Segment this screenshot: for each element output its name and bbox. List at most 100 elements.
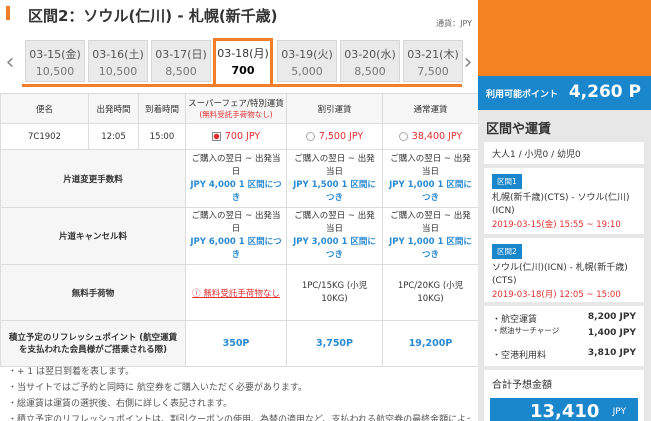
total-value: 13,410 (530, 401, 600, 421)
fee-amount: JPY 1,500 1 区間につき (293, 179, 376, 203)
points-value: 4,260 P (568, 82, 641, 102)
header-super-label: スーパーフェア/特別運賃 (188, 99, 284, 109)
sidebar-title: 区間や運賃 (486, 122, 552, 137)
date-strip-underline (22, 84, 462, 87)
normal-fare-price: 38,400 JPY (411, 131, 463, 142)
header-normal-fare: 通常運賃 (382, 93, 478, 124)
date-tab[interactable]: 03-21(木) 7,500 (403, 40, 463, 82)
segment-icon (6, 6, 10, 20)
table-row-cancel-fee: 片道キャンセル料 ご購入の翌日 ~ 出発当日 JPY 6,000 1 区間につき … (0, 207, 478, 265)
cancel-fee-super: ご購入の翌日 ~ 出発当日 JPY 6,000 1 区間につき (185, 207, 287, 265)
date-label: 03-21(木) (407, 48, 459, 61)
fee-condition: ご購入の翌日 ~ 出発当日 (294, 211, 375, 234)
fee-amount: JPY 6,000 1 区間につき (190, 237, 282, 260)
fee-label: ・燃油サーチャージ (492, 326, 560, 335)
points-normal: 19,200P (382, 320, 478, 367)
super-fare-option[interactable]: 700 JPY (185, 123, 287, 150)
baggage-normal: 1PC/20KG (小児 10KG) (382, 264, 478, 321)
note-item: ・当サイトではご予約と同時に 航空券をご購入いただく必要があります。 (8, 383, 307, 393)
date-tab[interactable]: 03-17(日) 8,500 (151, 40, 211, 82)
segment-tag: 区間1 (492, 174, 522, 189)
segment-datetime: 2019-03-18(月) 12:05 ~ 15:00 (492, 290, 621, 300)
fee-breakdown: ・航空運賃 8,200 JPY ・燃油サーチャージ 1,400 JPY ・空港利用料… (484, 306, 644, 366)
fee-label: ・航空運賃 (492, 315, 538, 325)
main-content: 区間2：ソウル(仁川) - 札幌(新千歳) 通貨：JPY ‹ 03-15(金) 1… (0, 0, 478, 421)
header-depart: 出発時間 (88, 93, 139, 124)
radio-button[interactable] (398, 132, 408, 141)
date-label: 03-19(火) (281, 48, 333, 61)
points-label: 積立予定のリフレッシュポイント (航空運賃を支払われた会員様がご搭乗される際) (0, 320, 186, 367)
date-tab[interactable]: 03-20(水) 8,500 (340, 40, 400, 82)
header-super-note: (無料受託手荷物なし) (199, 110, 273, 119)
points-label: 利用可能ポイント (486, 90, 559, 100)
fee-row: ・航空運賃 8,200 JPY (492, 310, 636, 326)
total-currency: JPY (612, 407, 626, 417)
date-tab[interactable]: 03-15(金) 10,500 (25, 40, 85, 82)
header-discount-fare: 割引運賃 (286, 93, 383, 124)
change-fee-normal: ご購入の翌日 ~ 出発当日 JPY 1,000 1 区間につき (382, 149, 478, 208)
date-tab[interactable]: 03-16(土) 10,500 (88, 40, 148, 82)
note-item: ・積立予定のリフレッシュポイントは、割引クーポンの使用、為替の適用など、支払われ… (8, 415, 470, 421)
date-label: 03-17(日) (155, 48, 207, 61)
sidebar: 利用可能ポイント 4,260 P 区間や運賃 大人1 / 小児0 / 幼児0 区… (478, 0, 651, 421)
date-label: 03-18(月) (217, 47, 269, 60)
fee-condition: ご購入の翌日 ~ 出発当日 (191, 211, 281, 234)
table-row-change-fee: 片道変更手数料 ご購入の翌日 ~ 出発当日 JPY 4,000 1 区間につき ご… (0, 149, 478, 208)
segment-route: 札幌(新千歳)(CTS) - ソウル(仁川)(ICN) (492, 193, 630, 216)
segment-route: ソウル(仁川)(ICN) - 札幌(新千歳)(CTS) (492, 263, 628, 286)
radio-button[interactable] (305, 132, 315, 141)
points-bar: 利用可能ポイント 4,260 P (478, 76, 651, 110)
baggage-discount: 1PC/15KG (小児 10KG) (286, 264, 383, 321)
points-value: 3,750P (315, 338, 353, 349)
date-tab[interactable]: 03-19(火) 5,000 (277, 40, 337, 82)
flight-number: 7C1902 (0, 123, 89, 150)
date-label: 03-15(金) (29, 48, 81, 61)
change-fee-super: ご購入の翌日 ~ 出発当日 JPY 4,000 1 区間につき (185, 149, 287, 208)
points-super: 350P (185, 320, 287, 367)
baggage-label: 無料手荷物 (0, 264, 186, 321)
cancel-fee-discount: ご購入の翌日 ~ 出発当日 JPY 3,000 1 区間につき (286, 207, 383, 265)
header-super-fare: スーパーフェア/特別運賃 (無料受託手荷物なし) (185, 93, 287, 124)
baggage-super: ⓘ 無料受託手荷物なし (185, 264, 287, 321)
segment-tag: 区間2 (492, 244, 522, 259)
fee-label: ・空港利用料 (492, 351, 547, 361)
table-row-points: 積立予定のリフレッシュポイント (航空運賃を支払われた会員様がご搭乗される際) … (0, 320, 478, 367)
date-tab-selected[interactable]: 03-18(月) 700 (213, 38, 273, 85)
note-item: ・総運賃は運賃の選択後、右側に詳しく表記されます。 (8, 399, 233, 409)
date-price: 8,500 (165, 65, 197, 78)
normal-fare-option[interactable]: 38,400 JPY (382, 123, 478, 150)
cancel-fee-normal: ご購入の翌日 ~ 出発当日 JPY 1,000 1 区間につき (382, 207, 478, 265)
date-price: 700 (231, 64, 255, 77)
radio-selected[interactable] (211, 132, 221, 141)
date-selector: ‹ 03-15(金) 10,500 03-16(土) 10,500 03-17(日)… (0, 38, 478, 90)
change-fee-label: 片道変更手数料 (0, 149, 186, 208)
notes-list: ・+ 1 は翌日到着を表します。 ・当サイトではご予約と同時に 航空券をご購入い… (8, 364, 470, 421)
date-price: 10,500 (98, 65, 138, 78)
discount-fare-option[interactable]: 7,500 JPY (286, 123, 383, 150)
currency-label: 通貨：JPY (436, 19, 472, 28)
fee-row: ・空港利用料 3,810 JPY (492, 346, 636, 362)
note-item: ・+ 1 は翌日到着を表します。 (8, 367, 135, 377)
table-header-row: 便名 出発時間 到着時間 スーパーフェア/特別運賃 (無料受託手荷物なし) 割引運… (0, 93, 478, 124)
fee-amount: JPY 1,000 1 区間につき (389, 237, 472, 260)
date-price: 5,000 (291, 65, 323, 78)
date-price: 7,500 (417, 65, 449, 78)
fare-table: 便名 出発時間 到着時間 スーパーフェア/特別運賃 (無料受託手荷物なし) 割引運… (0, 93, 478, 367)
fee-amount: JPY 1,000 1 区間につき (389, 179, 472, 203)
segment-datetime: 2019-03-15(金) 15:55 ~ 19:10 (492, 220, 621, 230)
sidebar-banner (478, 0, 651, 76)
super-fare-price: 700 JPY (224, 131, 261, 142)
fee-value: 3,810 JPY (587, 348, 636, 358)
fee-amount: JPY 4,000 1 区間につき (190, 179, 282, 203)
segment-card: 区間2 ソウル(仁川)(ICN) - 札幌(新千歳)(CTS) 2019-03-… (484, 238, 644, 302)
fee-condition: ご購入の翌日 ~ 出発当日 (191, 153, 281, 177)
segment-card: 区間1 札幌(新千歳)(CTS) - ソウル(仁川)(ICN) 2019-03-… (484, 168, 644, 234)
total-label: 合計予想金額 (492, 380, 552, 391)
date-price: 8,500 (354, 65, 386, 78)
header-flight: 便名 (0, 93, 89, 124)
no-baggage-link[interactable]: ⓘ 無料受託手荷物なし (192, 289, 280, 299)
chevron-left-icon[interactable]: ‹ (2, 48, 18, 78)
table-row-flight: 7C1902 12:05 15:00 700 JPY 7,500 JPY 38,… (0, 123, 478, 150)
chevron-right-icon[interactable]: › (460, 48, 476, 78)
date-price: 10,500 (35, 65, 75, 78)
